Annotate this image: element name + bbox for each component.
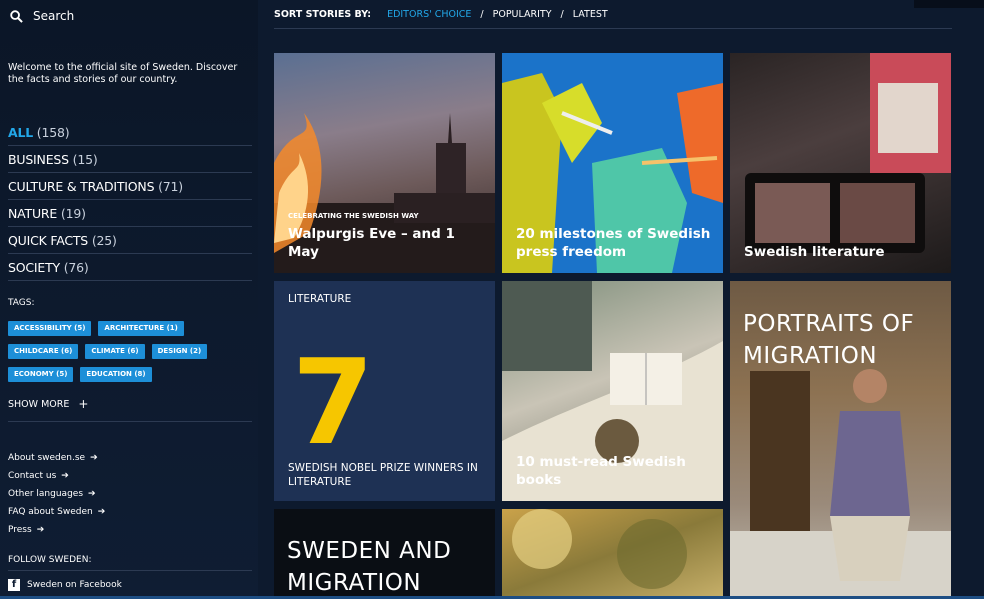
category-all[interactable]: ALL (158) (8, 119, 252, 146)
story-tile-nobel-literature[interactable]: LITERATURE 7 SWEDISH NOBEL PRIZE WINNERS… (274, 281, 495, 501)
outdoor-image (512, 509, 687, 589)
tag-architecture[interactable]: ARCHITECTURE (1) (98, 321, 184, 336)
plus-icon: + (78, 397, 89, 411)
facebook-link[interactable]: f Sweden on Facebook (8, 579, 250, 591)
sort-popularity[interactable]: POPULARITY (493, 9, 552, 20)
follow-label: FOLLOW SWEDEN: (8, 555, 252, 571)
nobel-count: 7 (292, 333, 375, 471)
tile-title: SWEDEN AND MIGRATION (287, 538, 452, 596)
category-culture-traditions[interactable]: CULTURE & TRADITIONS (71) (8, 173, 252, 200)
facebook-label: Sweden on Facebook (27, 580, 122, 590)
tag-list: ACCESSIBILITY (5) ARCHITECTURE (1) CHILD… (8, 321, 248, 382)
divider (8, 421, 252, 422)
story-tile-press-freedom[interactable]: 20 milestones of Swedish press freedom (502, 53, 723, 273)
tile-title: 10 must-read Swedish books (516, 454, 686, 488)
arrow-right-icon: ➔ (88, 489, 96, 499)
tile-kicker: CELEBRATING THE SWEDISH WAY (288, 212, 419, 220)
link-contact[interactable]: Contact us ➔ (8, 467, 250, 485)
search-icon (10, 9, 23, 23)
sort-editors-choice[interactable]: EDITORS' CHOICE (387, 9, 471, 20)
search-button[interactable]: Search (10, 0, 250, 32)
tag-childcare[interactable]: CHILDCARE (6) (8, 344, 79, 359)
story-tile-must-read-books[interactable]: 10 must-read Swedish books (502, 281, 723, 501)
tile-title: Walpurgis Eve – and 1 May (288, 226, 455, 260)
tile-caption: 20 milestones of Swedish press freedom (516, 225, 713, 261)
tile-caption: CELEBRATING THE SWEDISH WAY Walpurgis Ev… (288, 212, 485, 261)
arrow-right-icon: ➔ (61, 471, 69, 481)
arrow-right-icon: ➔ (97, 507, 106, 517)
link-about[interactable]: About sweden.se ➔ (8, 449, 250, 467)
top-right-bar (914, 0, 984, 8)
tag-economy[interactable]: ECONOMY (5) (8, 367, 74, 382)
tile-subtitle: SWEDISH NOBEL PRIZE WINNERS IN LITERATUR… (288, 462, 478, 488)
show-more-label: SHOW MORE (8, 398, 70, 410)
search-label: Search (33, 9, 75, 23)
welcome-text: Welcome to the official site of Sweden. … (8, 62, 238, 85)
show-more-button[interactable]: SHOW MORE + (8, 396, 250, 412)
arrow-right-icon: ➔ (36, 525, 45, 535)
link-press[interactable]: Press ➔ (8, 521, 250, 539)
category-nature[interactable]: NATURE (19) (8, 200, 252, 227)
sort-bar: SORT STORIES BY: EDITORS' CHOICE / POPUL… (274, 0, 952, 29)
separator: / (480, 8, 484, 20)
book-image (745, 53, 951, 253)
tag-design[interactable]: DESIGN (2) (151, 344, 208, 359)
category-business[interactable]: BUSINESS (15) (8, 146, 252, 173)
link-faq[interactable]: FAQ about Sweden ➔ (8, 503, 250, 521)
footer-links: About sweden.se ➔ Contact us ➔ Other langu… (8, 449, 250, 539)
tag-climate[interactable]: CLIMATE (6) (85, 344, 145, 359)
story-tile-walpurgis[interactable]: CELEBRATING THE SWEDISH WAY Walpurgis Ev… (274, 53, 495, 273)
category-society[interactable]: SOCIETY (76) (8, 254, 252, 281)
tile-caption: Swedish literature (744, 243, 941, 261)
tag-accessibility[interactable]: ACCESSIBILITY (5) (8, 321, 92, 336)
sort-latest[interactable]: LATEST (573, 9, 608, 20)
story-tile-sweden-and-migration[interactable]: SWEDEN AND MIGRATION (274, 509, 495, 599)
sidebar: Search Welcome to the official site of S… (0, 0, 258, 599)
tile-category-label: LITERATURE (288, 293, 352, 305)
link-other-languages[interactable]: Other languages ➔ (8, 485, 250, 503)
story-tile-outdoor[interactable] (502, 509, 723, 599)
tags-label: TAGS: (8, 298, 35, 308)
separator: / (560, 8, 564, 20)
story-tile-swedish-literature[interactable]: Swedish literature (730, 53, 951, 273)
tile-caption: 10 must-read Swedish books (516, 453, 713, 489)
tag-education[interactable]: EDUCATION (8) (80, 367, 152, 382)
facebook-icon: f (8, 579, 20, 591)
sort-label: SORT STORIES BY: (274, 8, 372, 20)
tile-title: 20 milestones of Swedish press freedom (516, 226, 711, 260)
category-list: ALL (158) BUSINESS (15) CULTURE & TRADIT… (8, 119, 252, 281)
category-quick-facts[interactable]: QUICK FACTS (25) (8, 227, 252, 254)
tile-title: Swedish literature (744, 244, 885, 260)
story-tile-portraits-of-migration[interactable]: PORTRAITS OF MIGRATION (730, 281, 951, 599)
arrow-right-icon: ➔ (90, 453, 98, 463)
tile-title: PORTRAITS OF MIGRATION (743, 311, 915, 369)
